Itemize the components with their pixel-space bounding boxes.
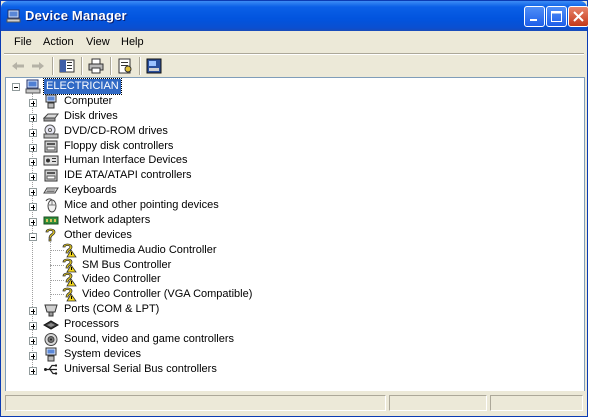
expand-toggle[interactable] [29,99,37,107]
print-icon[interactable] [87,57,105,75]
device-tree[interactable]: ELECTRICIAN Computer Disk drives DVD/CD-… [5,77,585,392]
expand-toggle[interactable] [29,322,37,330]
expand-toggle[interactable] [29,114,37,122]
tree-item-label: Processors [64,318,120,330]
expand-toggle[interactable] [29,173,37,181]
usb-icon [44,364,58,375]
hid-icon [43,155,59,166]
disk-drive-icon [43,113,59,122]
computer-icon [25,79,41,94]
tree-item-label: Computer [64,95,113,107]
status-panel [389,395,487,411]
tree-item-label: Floppy disk controllers [64,140,174,152]
minimize-icon [530,19,537,21]
toolbar-separator [81,57,83,75]
device-manager-window: Device Manager File Action View Help ELE… [0,0,589,417]
tree-item-label: Ports (COM & LPT) [64,303,160,315]
minimize-button[interactable] [524,6,545,27]
tree-item-label: Mice and other pointing devices [64,199,219,211]
mouse-icon [45,198,57,213]
menu-file[interactable]: File [14,36,32,48]
computer-icon [45,94,57,109]
tree-item-label: Network adapters [64,214,151,226]
warning-device-icon [62,272,77,287]
toolbar-separator [139,57,141,75]
forward-arrow-icon[interactable] [29,57,47,75]
toolbar-separator [110,57,112,75]
menu-help[interactable]: Help [121,36,144,48]
toolbar-separator [52,57,54,75]
expand-toggle[interactable] [29,158,37,166]
expand-toggle[interactable] [29,188,37,196]
expand-toggle[interactable] [29,337,37,345]
collapse-toggle[interactable] [12,83,20,91]
expand-toggle[interactable] [29,218,37,226]
tree-item-label: Other devices [64,229,132,241]
device-manager-icon [6,9,21,23]
close-button[interactable] [568,6,589,27]
tree-item-label: Sound, video and game controllers [64,333,234,345]
cd-drive-icon [43,124,59,139]
tree-item-label: Universal Serial Bus controllers [64,363,217,375]
tree-item-label: DVD/CD-ROM drives [64,125,168,137]
collapse-toggle[interactable] [29,233,37,241]
tree-item-label: Video Controller (VGA Compatible) [82,288,253,300]
expand-toggle[interactable] [29,144,37,152]
sound-icon [44,333,58,346]
back-arrow-icon[interactable] [9,57,27,75]
floppy-controller-icon [44,140,58,153]
menu-view[interactable]: View [86,36,110,48]
tree-item-label: Video Controller [82,273,161,285]
keyboard-icon [43,187,59,194]
status-panel [5,395,386,411]
warning-device-icon [62,243,77,258]
properties-icon[interactable] [116,57,134,75]
close-icon [573,11,584,22]
tree-item-label: Disk drives [64,110,118,122]
warning-device-icon [62,287,77,302]
tree-item-label: Keyboards [64,184,117,196]
system-device-icon [45,347,57,362]
maximize-icon [551,11,562,22]
warning-device-icon [62,258,77,273]
toolbar [4,55,584,77]
processor-icon [43,320,59,330]
tree-item-label: IDE ATA/ATAPI controllers [64,169,192,181]
tree-item-label: SM Bus Controller [82,259,172,271]
menu-bar: File Action View Help [4,32,584,52]
title-bar[interactable]: Device Manager [1,1,589,31]
unknown-device-icon [45,228,56,242]
menu-action[interactable]: Action [43,36,74,48]
tree-item-label: Human Interface Devices [64,154,188,166]
status-bar [1,391,587,416]
expand-toggle[interactable] [29,203,37,211]
maximize-button[interactable] [546,6,567,27]
help-icon[interactable] [145,57,163,75]
ide-controller-icon [44,169,58,182]
expand-toggle[interactable] [29,307,37,315]
root-label: ELECTRICIAN [43,78,122,95]
tree-item-label: Multimedia Audio Controller [82,244,217,256]
network-adapter-icon [43,216,59,225]
port-icon [44,304,58,317]
expand-toggle[interactable] [29,352,37,360]
expand-toggle[interactable] [29,129,37,137]
window-title: Device Manager [25,8,127,23]
tree-item-label: System devices [64,348,142,360]
show-hide-console-tree-icon[interactable] [58,57,76,75]
expand-toggle[interactable] [29,367,37,375]
status-panel [490,395,583,411]
